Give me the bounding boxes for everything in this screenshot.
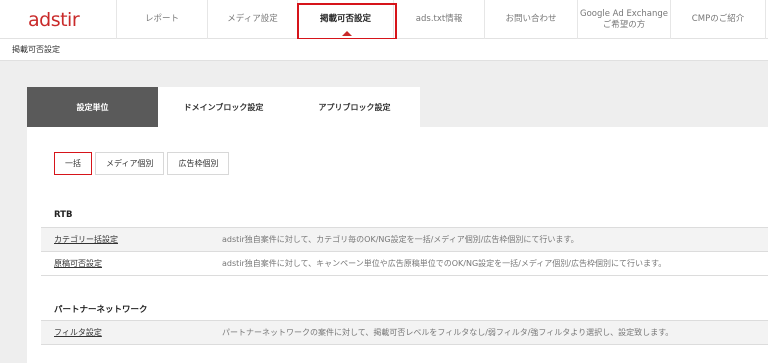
table-row: 原稿可否設定 adstir独自案件に対して、キャンペーン単位や広告原稿単位でのO…: [41, 252, 768, 275]
divider: [41, 275, 768, 276]
filter-setting-link[interactable]: フィルタ設定: [41, 327, 222, 338]
section-title-rtb: RTB: [54, 210, 73, 220]
row-description: adstir独自案件に対して、カテゴリ毎のOK/NG設定を一括/メディア個別/広…: [222, 235, 579, 244]
subtab-per-adslot[interactable]: 広告枠個別: [167, 152, 230, 175]
nav-item-report[interactable]: レポート: [117, 0, 208, 39]
nav-item-contact[interactable]: お問い合わせ: [485, 0, 578, 39]
nav-item-media-settings[interactable]: メディア設定: [208, 0, 298, 39]
divider: [41, 344, 768, 345]
row-description: adstir独自案件に対して、キャンペーン単位や広告原稿単位でのOK/NG設定を…: [222, 259, 667, 268]
settings-tabs: 設定単位 ドメインブロック設定 アプリブロック設定: [27, 87, 768, 127]
tab-domain-block[interactable]: ドメインブロック設定: [158, 87, 289, 127]
nav-item-google-ad-exchange[interactable]: Google Ad Exchange ご希望の方: [578, 0, 671, 39]
creative-approval-setting-link[interactable]: 原稿可否設定: [41, 258, 222, 269]
row-description: パートナーネットワークの案件に対して、掲載可否レベルをフィルタなし/弱フィルタ/…: [222, 328, 674, 337]
tab-app-block[interactable]: アプリブロック設定: [289, 87, 420, 127]
category-bulk-setting-link[interactable]: カテゴリー括設定: [41, 234, 222, 245]
top-nav: adstir レポート メディア設定 掲載可否設定 ads.txt情報 お問い合…: [0, 0, 768, 39]
logo-text: adstir: [28, 8, 80, 31]
tab-spacer: [420, 87, 768, 127]
section-title-partner-network: パートナーネットワーク: [54, 305, 148, 315]
adstir-logo[interactable]: adstir: [0, 0, 117, 39]
subtab-per-media[interactable]: メディア個別: [95, 152, 165, 175]
nav-item-cmp[interactable]: CMPのご紹介: [671, 0, 766, 39]
nav-item-ads-txt[interactable]: ads.txt情報: [394, 0, 485, 39]
table-row: フィルタ設定 パートナーネットワークの案件に対して、掲載可否レベルをフィルタなし…: [41, 321, 768, 344]
settings-panel: 設定単位 ドメインブロック設定 アプリブロック設定 一括 メディア個別 広告枠個…: [27, 87, 768, 363]
tab-setting-unit[interactable]: 設定単位: [27, 87, 158, 127]
breadcrumb: 掲載可否設定: [0, 39, 768, 61]
active-nav-caret-icon: [342, 31, 352, 36]
subtab-bulk[interactable]: 一括: [54, 152, 92, 175]
scope-subtabs: 一括 メディア個別 広告枠個別: [54, 152, 232, 175]
table-row: カテゴリー括設定 adstir独自案件に対して、カテゴリ毎のOK/NG設定を一括…: [41, 228, 768, 251]
page-title: 掲載可否設定: [12, 45, 60, 54]
tab-content: 一括 メディア個別 広告枠個別 RTB カテゴリー括設定 adstir独自案件に…: [27, 127, 768, 363]
